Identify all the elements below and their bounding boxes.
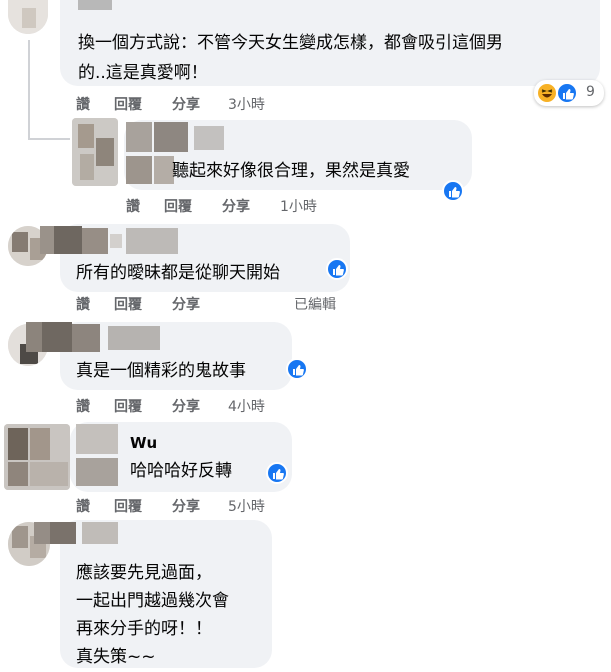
commenter-name-blurred[interactable] xyxy=(34,522,124,552)
share-button[interactable]: 分享 xyxy=(172,396,200,416)
like-button[interactable]: 讚 xyxy=(76,396,90,416)
reply-button[interactable]: 回覆 xyxy=(114,396,142,416)
comment-text-line: 換一個方式說：不管今天女生變成怎樣，都會吸引這個男 xyxy=(78,33,503,53)
thread-connector-elbow xyxy=(28,138,70,140)
comment-actions: 讚 回覆 分享 4小時 xyxy=(76,396,316,416)
like-button[interactable]: 讚 xyxy=(76,94,90,114)
avatar[interactable] xyxy=(8,0,48,34)
reaction-count: 9 xyxy=(586,84,595,100)
comment-text-line: 真是一個精彩的鬼故事 xyxy=(76,361,246,381)
like-icon xyxy=(556,82,578,104)
avatar[interactable] xyxy=(4,424,70,490)
comment-text-line: 應該要先見過面， xyxy=(76,563,212,583)
reply-button[interactable]: 回覆 xyxy=(114,496,142,516)
share-button[interactable]: 分享 xyxy=(222,196,250,216)
commenter-name-blurred[interactable] xyxy=(26,322,166,356)
comment-actions: 讚 回覆 分享 已編輯 xyxy=(76,294,376,314)
reply-button[interactable]: 回覆 xyxy=(114,294,142,314)
reply-button[interactable]: 回覆 xyxy=(164,196,192,216)
avatar[interactable] xyxy=(72,118,118,186)
commenter-name-blurred[interactable] xyxy=(78,0,112,12)
share-button[interactable]: 分享 xyxy=(172,294,200,314)
commenter-name-suffix[interactable]: Wu xyxy=(130,434,157,452)
edited-label[interactable]: 已編輯 xyxy=(294,294,336,314)
comment-text-line: 聽起來好像很合理，果然是真愛 xyxy=(172,161,410,181)
comment-actions: 讚 回覆 分享 5小時 xyxy=(76,496,316,516)
like-icon[interactable] xyxy=(266,462,288,484)
comment-text-line: 真失策~~ xyxy=(76,647,156,667)
reply-button[interactable]: 回覆 xyxy=(114,94,142,114)
comment-text-line: 哈哈哈好反轉 xyxy=(130,461,232,481)
comment-actions: 讚 回覆 分享 1小時 xyxy=(126,196,366,216)
like-button[interactable]: 讚 xyxy=(126,196,140,216)
like-icon[interactable] xyxy=(326,258,348,280)
comment-actions: 讚 回覆 分享 3小時 xyxy=(76,94,336,114)
commenter-name-blurred[interactable] xyxy=(76,424,126,488)
share-button[interactable]: 分享 xyxy=(172,94,200,114)
share-button[interactable]: 分享 xyxy=(172,496,200,516)
comment-text-line: 一起出門越過幾次會 xyxy=(76,591,229,611)
timestamp[interactable]: 1小時 xyxy=(280,196,317,216)
timestamp[interactable]: 4小時 xyxy=(228,396,265,416)
like-icon[interactable] xyxy=(286,358,308,380)
timestamp[interactable]: 3小時 xyxy=(228,94,265,114)
like-icon[interactable] xyxy=(442,180,464,202)
like-button[interactable]: 讚 xyxy=(76,294,90,314)
comment-text-line: 再來分手的呀！！ xyxy=(76,619,212,639)
haha-icon xyxy=(536,82,558,104)
commenter-name-blurred[interactable] xyxy=(40,226,190,260)
timestamp[interactable]: 5小時 xyxy=(228,496,265,516)
comment-text-line: 所有的曖昧都是從聊天開始 xyxy=(76,263,280,283)
thread-connector xyxy=(28,40,30,140)
like-button[interactable]: 讚 xyxy=(76,496,90,516)
comment-text-line: 的..這是真愛啊！ xyxy=(78,63,208,83)
